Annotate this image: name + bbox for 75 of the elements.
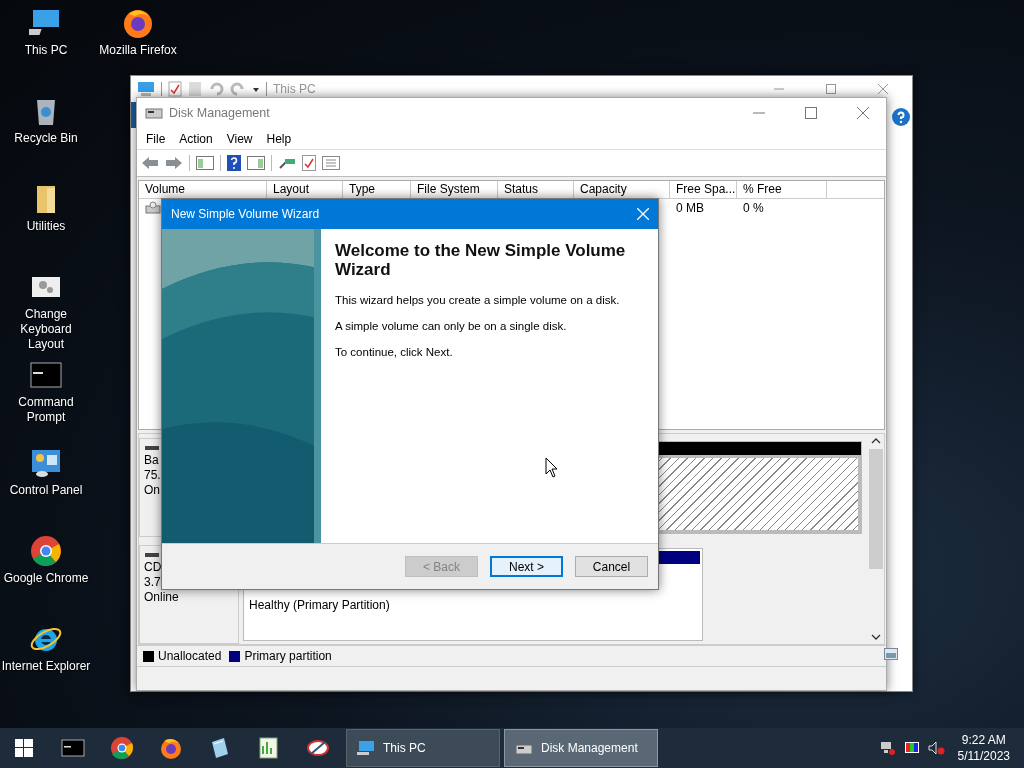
desktop-icon-label[interactable]: Mozilla Firefox xyxy=(98,43,178,58)
disk-info-text: Ba xyxy=(144,453,160,468)
menu-item[interactable]: File xyxy=(139,131,173,146)
properties-icon[interactable] xyxy=(168,81,182,97)
action-pane-icon[interactable] xyxy=(247,156,265,170)
desktop-icon-label[interactable]: Change Keyboard Layout xyxy=(0,307,92,352)
desktop-icon-label[interactable]: Control Panel xyxy=(8,483,84,498)
close-icon xyxy=(637,208,649,220)
chrome-icon[interactable] xyxy=(29,534,63,568)
window-title: This PC xyxy=(273,82,316,96)
terminal-icon[interactable] xyxy=(60,736,85,760)
maximize-icon xyxy=(826,84,836,94)
clock-time: 9:22 AM xyxy=(961,732,1006,748)
table-cell: 0 MB xyxy=(676,201,704,215)
computer-icon xyxy=(137,81,155,97)
wizard-text: This wizard helps you create a simple volume on a disk. xyxy=(335,293,621,307)
computer-icon xyxy=(357,740,375,756)
disk-info-text: Online xyxy=(144,590,180,605)
window-icon[interactable] xyxy=(884,648,898,660)
volume-muted-icon[interactable] xyxy=(927,740,946,756)
console-tree-icon[interactable] xyxy=(196,156,214,170)
disk-info-text: 75. xyxy=(144,468,162,483)
caret-icon[interactable] xyxy=(252,85,260,93)
checklist-icon[interactable] xyxy=(302,155,316,171)
menu-item[interactable]: View xyxy=(219,131,260,146)
next-button[interactable]: Next > xyxy=(490,556,563,577)
disk-info-text: 3.7 xyxy=(144,575,162,590)
close-icon xyxy=(857,107,869,119)
forward-arrow-icon[interactable] xyxy=(165,156,183,170)
legend-label: Primary partition xyxy=(244,649,332,663)
column-header[interactable]: Free Spa... xyxy=(670,181,737,198)
list-icon[interactable] xyxy=(322,156,340,170)
back-arrow-icon[interactable] xyxy=(141,156,159,170)
menu-item[interactable]: Help xyxy=(259,131,299,146)
network-icon[interactable] xyxy=(879,740,896,756)
menu-item[interactable]: Action xyxy=(172,131,220,146)
legend-label: Unallocated xyxy=(158,649,222,663)
chart-document-icon[interactable] xyxy=(256,736,281,760)
chrome-icon[interactable] xyxy=(109,736,134,760)
clock[interactable]: 9:22 AM 5/11/2023 xyxy=(949,732,1018,764)
drive-icon xyxy=(145,106,163,120)
help-icon[interactable] xyxy=(227,155,241,171)
desktop-icon-label[interactable]: Recycle Bin xyxy=(13,131,79,146)
wizard-text: To continue, click Next. xyxy=(335,345,454,359)
color-display-icon[interactable] xyxy=(903,740,920,756)
desktop-icon-label[interactable]: Utilities xyxy=(25,219,67,234)
maximize-icon xyxy=(805,107,817,119)
mouse-pointer-icon xyxy=(545,457,559,479)
desktop-icon-label[interactable]: Google Chrome xyxy=(2,571,90,586)
partition-status: Healthy (Primary Partition) xyxy=(248,598,391,612)
table-cell: 0 % xyxy=(743,201,764,215)
taskbar-window-button[interactable]: Disk Management xyxy=(504,729,658,767)
cancel-button[interactable]: Cancel xyxy=(575,556,648,577)
column-header[interactable]: % Free xyxy=(737,181,827,198)
scroll-down-icon[interactable] xyxy=(871,633,881,641)
desktop-icon-label[interactable]: Internet Explorer xyxy=(0,659,92,674)
windows-logo-icon xyxy=(15,739,33,757)
taskbar-window-button[interactable]: This PC xyxy=(346,729,500,767)
redo-icon[interactable] xyxy=(230,81,246,97)
wizard-text: A simple volume can only be on a single disk. xyxy=(335,319,568,333)
window-title: Disk Management xyxy=(169,106,270,120)
scroll-up-icon[interactable] xyxy=(871,437,881,445)
desktop-icon-label[interactable]: This PC xyxy=(23,43,69,58)
clock-date: 5/11/2023 xyxy=(957,748,1010,764)
wizard-heading: Welcome to the New Simple Volume Wizard xyxy=(335,241,627,279)
disk-info-text: On xyxy=(144,483,161,498)
close-icon xyxy=(878,84,888,94)
scrollbar-thumb[interactable] xyxy=(869,449,883,569)
connect-icon[interactable] xyxy=(278,156,296,170)
desktop-icon-label[interactable]: Command Prompt xyxy=(0,395,92,425)
dialog-title: New Simple Volume Wizard xyxy=(171,207,321,221)
help-icon[interactable] xyxy=(892,108,910,126)
firefox-icon[interactable] xyxy=(158,736,183,760)
undo-icon[interactable] xyxy=(208,81,224,97)
disk-info-text: CD xyxy=(144,560,163,575)
